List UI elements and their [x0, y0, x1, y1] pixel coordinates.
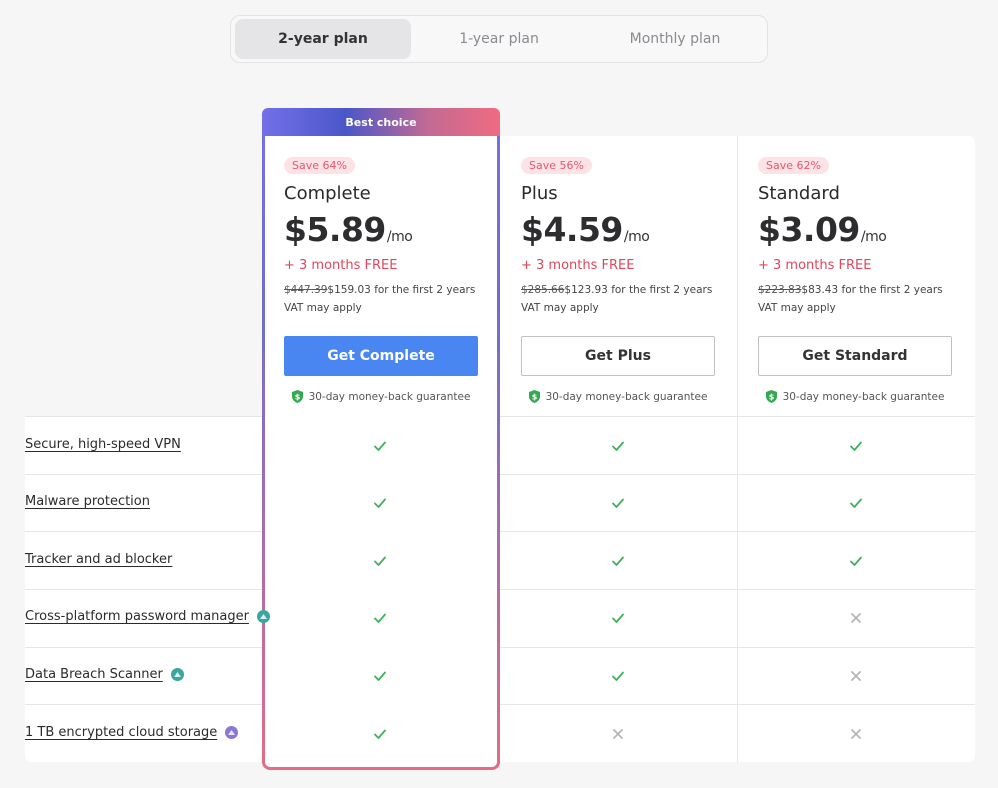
shield-dollar-icon: $ — [528, 390, 540, 403]
check-icon — [374, 556, 386, 566]
guarantee-text: 30-day money-back guarantee — [782, 390, 945, 403]
price-amount: $3.09 — [758, 210, 860, 249]
feature-label-text: Secure, high-speed VPN — [25, 437, 181, 452]
check-icon — [374, 613, 386, 623]
feature-password-manager[interactable]: Cross-platform password manager — [25, 609, 270, 624]
plan-card-standard: Save 62% Standard $3.09/mo + 3 months FR… — [737, 136, 973, 416]
discounted-price: $123.93 — [564, 284, 608, 296]
money-back-guarantee: $ 30-day money-back guarantee — [521, 390, 715, 403]
check-icon — [374, 441, 386, 451]
billing-period-toggle: 2-year plan 1-year plan Monthly plan — [230, 15, 768, 63]
plan-price: $3.09/mo — [758, 210, 887, 249]
plan-name: Standard — [758, 183, 840, 204]
plan-card-complete: Save 64% Complete $5.89/mo + 3 months FR… — [263, 136, 499, 416]
bonus-months: + 3 months FREE — [758, 258, 872, 273]
feature-tracker-ad-blocker[interactable]: Tracker and ad blocker — [25, 552, 172, 567]
price-amount: $5.89 — [284, 210, 386, 249]
feature-label-text: Malware protection — [25, 494, 150, 509]
get-complete-button[interactable]: Get Complete — [284, 336, 478, 376]
discounted-price: $159.03 — [327, 284, 371, 296]
price-period: /mo — [860, 229, 887, 245]
row-divider — [25, 474, 975, 475]
shield-dollar-icon: $ — [291, 390, 303, 403]
tab-2-year-plan[interactable]: 2-year plan — [235, 19, 411, 59]
period-text: for the first 2 years — [841, 284, 943, 296]
best-choice-label: Best choice — [345, 115, 417, 129]
check-icon — [612, 441, 624, 451]
bonus-months: + 3 months FREE — [521, 258, 635, 273]
feature-cloud-storage[interactable]: 1 TB encrypted cloud storage — [25, 725, 239, 740]
cross-icon — [851, 613, 861, 623]
save-badge: Save 64% — [284, 157, 355, 174]
original-price: $447.39 — [284, 284, 328, 296]
best-choice-banner: Best choice — [262, 108, 500, 136]
vat-note: VAT may apply — [758, 302, 836, 314]
feature-data-breach-scanner[interactable]: Data Breach Scanner — [25, 667, 184, 682]
billing-details: $223.83$83.43 for the first 2 years — [758, 284, 943, 296]
feature-label-text: Cross-platform password manager — [25, 609, 249, 624]
feature-label-text: Tracker and ad blocker — [25, 552, 173, 567]
tab-monthly-plan[interactable]: Monthly plan — [587, 19, 763, 59]
vat-note: VAT may apply — [284, 302, 362, 314]
row-divider — [25, 416, 975, 417]
plan-name: Complete — [284, 183, 371, 204]
tab-1-year-plan[interactable]: 1-year plan — [411, 19, 587, 59]
price-period: /mo — [386, 229, 413, 245]
billing-details: $285.66$123.93 for the first 2 years — [521, 284, 712, 296]
get-plus-button[interactable]: Get Plus — [521, 336, 715, 376]
feature-label-text: Data Breach Scanner — [25, 667, 163, 682]
row-divider — [25, 704, 975, 705]
price-amount: $4.59 — [521, 210, 623, 249]
bonus-months: + 3 months FREE — [284, 258, 398, 273]
vat-note: VAT may apply — [521, 302, 599, 314]
plan-card-plus: Save 56% Plus $4.59/mo + 3 months FREE $… — [500, 136, 736, 416]
money-back-guarantee: $ 30-day money-back guarantee — [758, 390, 952, 403]
row-divider — [25, 531, 975, 532]
check-icon — [612, 671, 624, 681]
guarantee-text: 30-day money-back guarantee — [545, 390, 708, 403]
svg-text:$: $ — [768, 393, 774, 402]
period-text: for the first 2 years — [374, 284, 476, 296]
cross-icon — [851, 729, 861, 739]
plan-price: $4.59/mo — [521, 210, 650, 249]
check-icon — [612, 613, 624, 623]
discounted-price: $83.43 — [801, 284, 839, 296]
table-top-left-spacer — [25, 136, 263, 416]
feature-label-text: 1 TB encrypted cloud storage — [25, 725, 218, 740]
original-price: $223.83 — [758, 284, 802, 296]
svg-text:$: $ — [294, 393, 300, 402]
feature-malware-protection[interactable]: Malware protection — [25, 494, 150, 509]
plan-price: $5.89/mo — [284, 210, 413, 249]
money-back-guarantee: $ 30-day money-back guarantee — [284, 390, 478, 403]
row-divider — [25, 589, 975, 590]
save-badge: Save 56% — [521, 157, 592, 174]
original-price: $285.66 — [521, 284, 565, 296]
check-icon — [612, 498, 624, 508]
price-period: /mo — [623, 229, 650, 245]
check-icon — [374, 498, 386, 508]
period-text: for the first 2 years — [611, 284, 713, 296]
feature-secure-vpn[interactable]: Secure, high-speed VPN — [25, 437, 181, 452]
get-standard-button[interactable]: Get Standard — [758, 336, 952, 376]
svg-text:$: $ — [531, 393, 537, 402]
check-icon — [850, 441, 862, 451]
save-badge: Save 62% — [758, 157, 829, 174]
check-icon — [612, 556, 624, 566]
check-icon — [850, 498, 862, 508]
teal-app-icon — [256, 610, 270, 623]
check-icon — [374, 729, 386, 739]
billing-details: $447.39$159.03 for the first 2 years — [284, 284, 475, 296]
row-divider — [25, 647, 975, 648]
shield-dollar-icon: $ — [765, 390, 777, 403]
check-icon — [850, 556, 862, 566]
check-icon — [374, 671, 386, 681]
cross-icon — [851, 671, 861, 681]
purple-app-icon — [225, 726, 239, 739]
teal-app-icon — [170, 668, 184, 681]
plan-name: Plus — [521, 183, 558, 204]
guarantee-text: 30-day money-back guarantee — [308, 390, 471, 403]
cross-icon — [613, 729, 623, 739]
